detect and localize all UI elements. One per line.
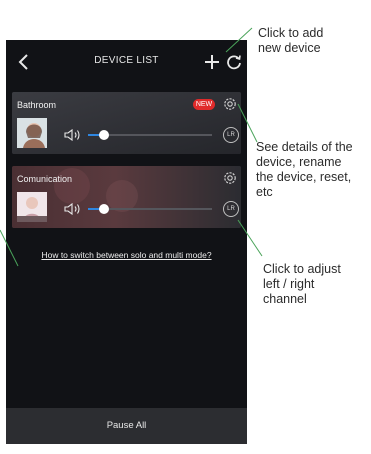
pause-all-button[interactable]: Pause All (6, 408, 247, 444)
slider-knob[interactable] (99, 130, 110, 140)
album-art (17, 118, 47, 148)
mode-help-link[interactable]: How to switch between solo and multi mod… (6, 250, 247, 260)
slider-knob[interactable] (99, 204, 110, 214)
device-name: Comunication (17, 174, 73, 184)
annotation-device-details: See details of the device, rename the de… (256, 140, 353, 199)
volume-slider[interactable] (88, 202, 212, 216)
device-card-comunication[interactable]: Comunication LR (12, 166, 241, 228)
top-bar: DEVICE LIST (6, 40, 247, 84)
gear-icon[interactable] (222, 96, 238, 112)
device-name: Bathroom (17, 100, 57, 110)
lr-channel-button[interactable]: LR (223, 127, 239, 143)
device-list-screen: DEVICE LIST Bathroom NEW LR Comunication… (6, 40, 247, 444)
speaker-icon[interactable] (64, 128, 82, 142)
new-badge: NEW (193, 99, 215, 110)
annotation-add-device: Click to add new device (258, 26, 324, 55)
refresh-icon[interactable] (226, 54, 242, 70)
gear-icon[interactable] (222, 170, 238, 186)
volume-slider[interactable] (88, 128, 212, 142)
lr-channel-button[interactable]: LR (223, 201, 239, 217)
album-art (17, 192, 47, 222)
device-card-bathroom[interactable]: Bathroom NEW LR (12, 92, 241, 154)
add-device-icon[interactable] (204, 54, 220, 70)
speaker-icon[interactable] (64, 202, 82, 216)
annotation-channel: Click to adjust left / right channel (263, 262, 341, 306)
